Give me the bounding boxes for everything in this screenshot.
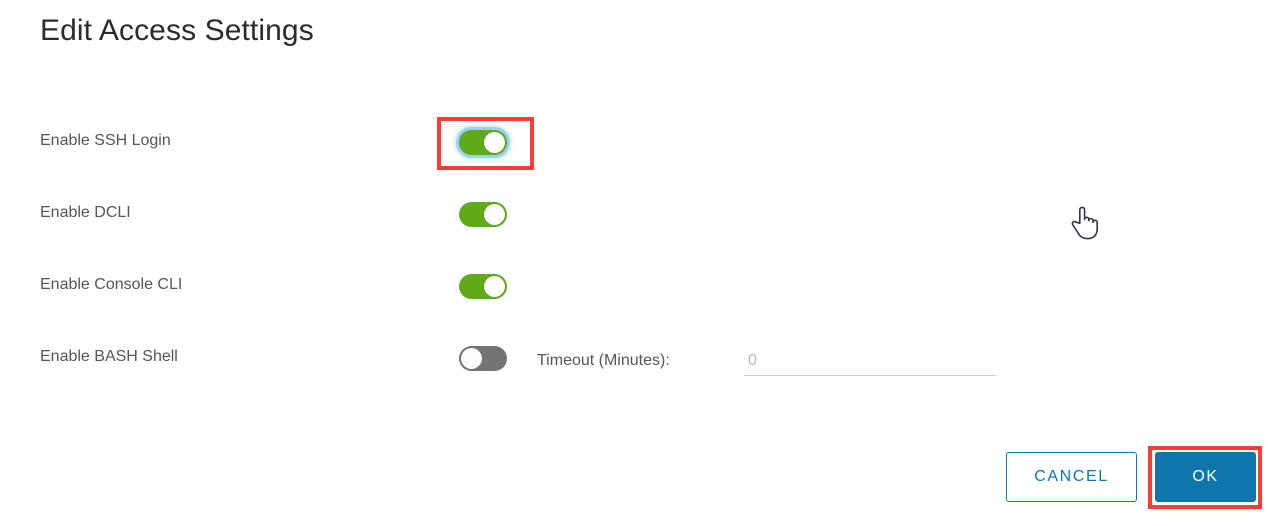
ok-button[interactable]: OK (1155, 452, 1256, 502)
enable-console-cli-toggle[interactable] (459, 274, 507, 299)
enable-bash-shell-toggle[interactable] (459, 346, 507, 371)
timeout-minutes-input[interactable] (744, 348, 996, 376)
dialog-footer: CANCEL OK (0, 452, 1281, 506)
enable-bash-shell-toggle-wrapper[interactable] (459, 346, 507, 372)
toggle-knob (484, 204, 505, 225)
setting-label-enable-ssh-login: Enable SSH Login (40, 132, 171, 149)
enable-ssh-login-toggle-wrapper[interactable] (459, 130, 507, 156)
settings-form: Enable SSH Login Enable DCLI Enable Cons… (0, 118, 1281, 406)
enable-console-cli-toggle-wrapper[interactable] (459, 274, 507, 300)
setting-row-enable-ssh-login: Enable SSH Login (0, 118, 1281, 190)
cancel-button[interactable]: CANCEL (1006, 452, 1137, 502)
setting-row-enable-console-cli: Enable Console CLI (0, 262, 1281, 334)
setting-label-enable-bash-shell: Enable BASH Shell (40, 348, 178, 365)
timeout-minutes-label: Timeout (Minutes): (537, 352, 670, 369)
enable-dcli-toggle[interactable] (459, 202, 507, 227)
toggle-knob (484, 276, 505, 297)
setting-row-enable-bash-shell: Enable BASH Shell Timeout (Minutes): (0, 334, 1281, 406)
page-title: Edit Access Settings (40, 14, 314, 47)
toggle-knob (461, 348, 482, 369)
enable-dcli-toggle-wrapper[interactable] (459, 202, 507, 228)
setting-row-enable-dcli: Enable DCLI (0, 190, 1281, 262)
setting-label-enable-console-cli: Enable Console CLI (40, 276, 183, 293)
toggle-knob (484, 132, 505, 153)
setting-label-enable-dcli: Enable DCLI (40, 204, 131, 221)
enable-ssh-login-toggle[interactable] (459, 130, 507, 155)
